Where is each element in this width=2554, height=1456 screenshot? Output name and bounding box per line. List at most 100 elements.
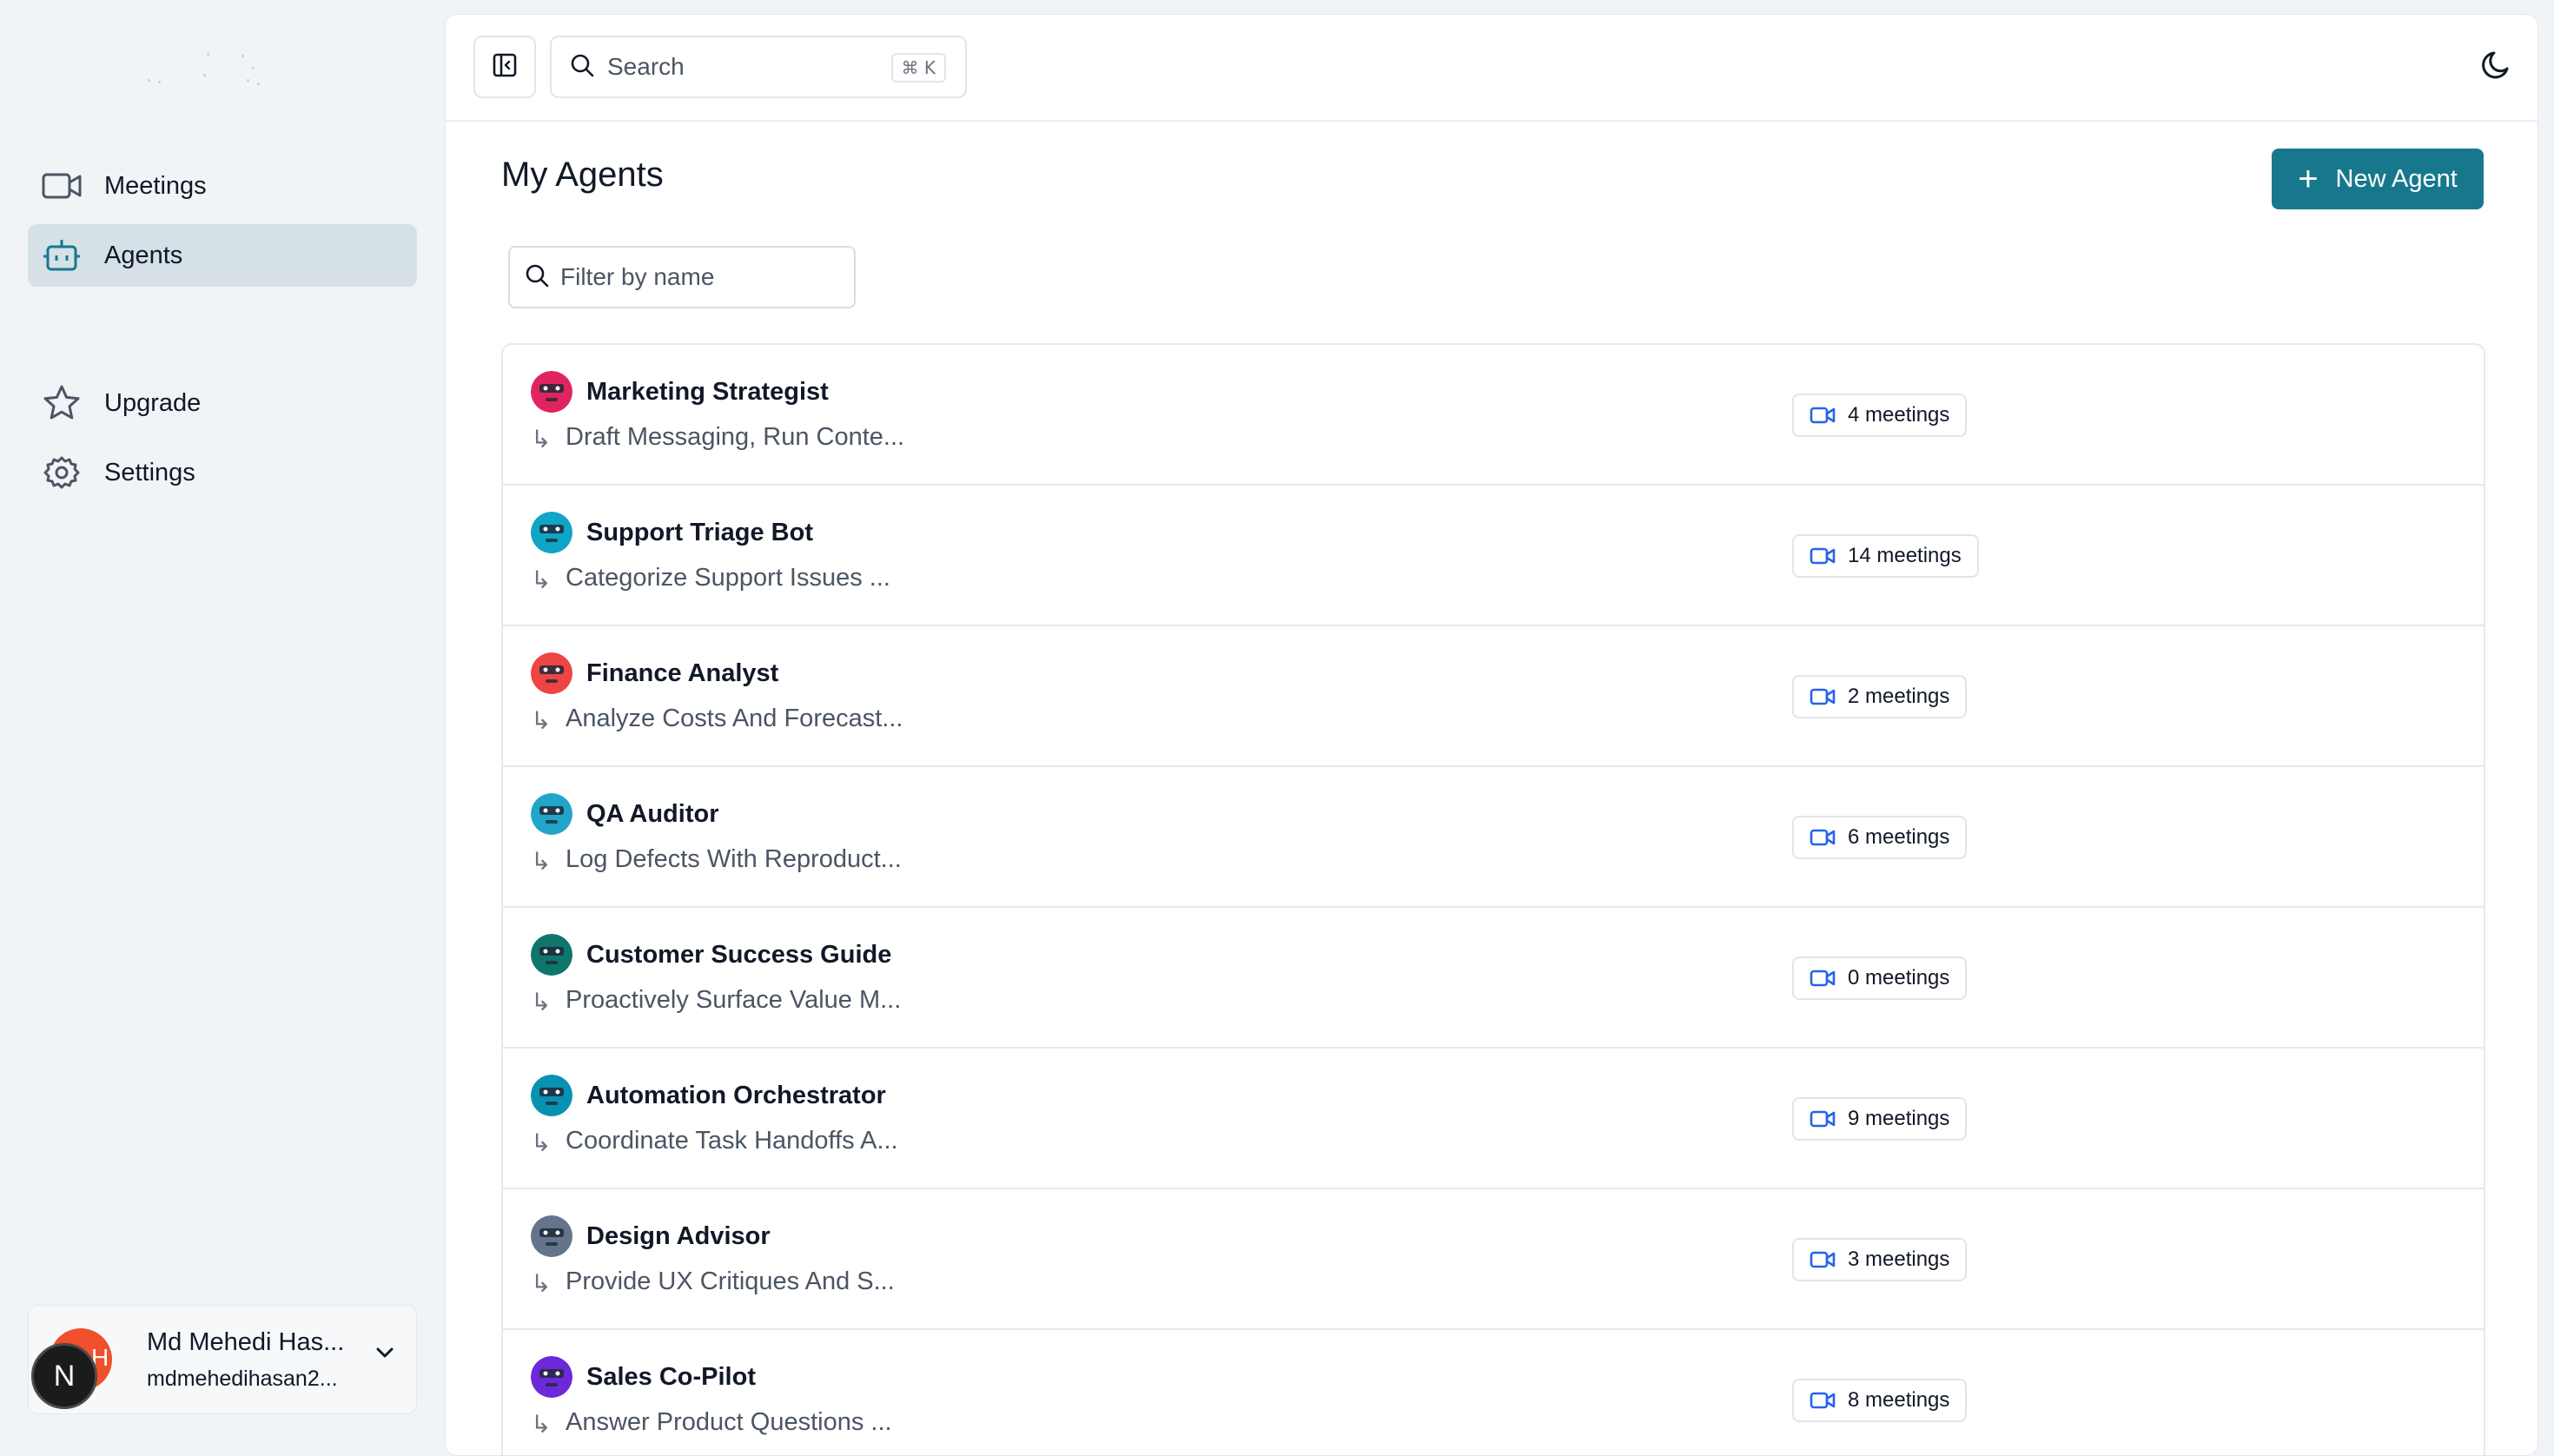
sidebar-item-upgrade[interactable]: Upgrade xyxy=(28,372,417,434)
agent-avatar xyxy=(531,793,572,835)
meetings-count: 2 meetings xyxy=(1848,685,1950,708)
agent-row[interactable]: QA Auditor ↳ Log Defects With Reproduct...… xyxy=(503,767,2484,908)
agent-name: QA Auditor xyxy=(586,800,719,828)
gear-icon xyxy=(42,453,82,493)
search-icon xyxy=(524,262,550,293)
agent-avatar xyxy=(531,512,572,553)
video-icon xyxy=(1810,829,1836,846)
topbar: Search ⌘ K xyxy=(446,15,2537,122)
video-icon xyxy=(1810,1110,1836,1128)
plus-icon: + xyxy=(2298,160,2319,198)
agent-row[interactable]: Marketing Strategist ↳ Draft Messaging, Ru… xyxy=(503,345,2484,486)
filter-placeholder: Filter by name xyxy=(560,263,715,290)
video-icon xyxy=(1810,407,1836,424)
agent-name: Sales Co-Pilot xyxy=(586,1363,756,1391)
agent-description: Categorize Support Issues ... xyxy=(566,564,890,592)
corner-down-right-icon: ↳ xyxy=(531,1411,552,1438)
agent-name: Customer Success Guide xyxy=(586,941,892,969)
meetings-badge: 6 meetings xyxy=(1792,816,1968,859)
agent-row[interactable]: Automation Orchestrator ↳ Coordinate Task … xyxy=(503,1049,2484,1189)
meetings-count: 14 meetings xyxy=(1848,544,1962,567)
agent-row[interactable]: Customer Success Guide ↳ Proactively Surfa… xyxy=(503,908,2484,1049)
agent-avatar xyxy=(531,1356,572,1398)
video-icon xyxy=(1810,1392,1836,1409)
sidebar-item-label: Meetings xyxy=(104,171,207,200)
agent-description: Analyze Costs And Forecast... xyxy=(566,705,903,732)
nextjs-dev-badge[interactable]: N xyxy=(31,1343,97,1409)
panel-left-icon xyxy=(492,52,518,83)
new-agent-label: New Agent xyxy=(2335,164,2458,193)
meetings-count: 0 meetings xyxy=(1848,966,1950,989)
new-agent-button[interactable]: + New Agent xyxy=(2272,149,2484,209)
meetings-count: 4 meetings xyxy=(1848,403,1950,427)
bot-icon xyxy=(42,235,82,275)
sidebar-item-label: Settings xyxy=(104,458,195,486)
agent-description: Provide UX Critiques And S... xyxy=(566,1267,895,1295)
corner-down-right-icon: ↳ xyxy=(531,1270,552,1297)
shortcut-hint: ⌘ K xyxy=(890,53,946,83)
sidebar-item-label: Agents xyxy=(104,241,183,269)
agent-row[interactable]: Design Advisor ↳ Provide UX Critiques And … xyxy=(503,1189,2484,1330)
agent-avatar xyxy=(531,1075,572,1116)
agent-name: Marketing Strategist xyxy=(586,378,829,406)
meetings-badge: 3 meetings xyxy=(1792,1238,1968,1281)
agent-description: Log Defects With Reproduct... xyxy=(566,845,902,873)
agent-avatar xyxy=(531,934,572,976)
agent-row[interactable]: Finance Analyst ↳ Analyze Costs And Foreca… xyxy=(503,626,2484,767)
sidebar-toggle-button[interactable] xyxy=(473,36,536,98)
sidebar: Meetings Agents Upgrade Settings H Md Me… xyxy=(0,0,443,1444)
corner-down-right-icon: ↳ xyxy=(531,1129,552,1156)
video-icon xyxy=(1810,970,1836,987)
meetings-badge: 4 meetings xyxy=(1792,394,1968,437)
corner-down-right-icon: ↳ xyxy=(531,566,552,593)
agent-description: Answer Product Questions ... xyxy=(566,1408,892,1436)
corner-down-right-icon: ↳ xyxy=(531,707,552,734)
chevron-down-icon xyxy=(374,1346,395,1364)
meetings-count: 8 meetings xyxy=(1848,1388,1950,1412)
meetings-badge: 14 meetings xyxy=(1792,534,1979,578)
filter-input[interactable]: Filter by name xyxy=(508,246,856,308)
meetings-badge: 9 meetings xyxy=(1792,1097,1968,1141)
sidebar-item-settings[interactable]: Settings xyxy=(28,441,417,504)
agents-list: Marketing Strategist ↳ Draft Messaging, Ru… xyxy=(501,343,2485,1455)
video-icon xyxy=(1810,1251,1836,1268)
user-email: mdmehedihasan2... xyxy=(147,1367,338,1391)
video-icon xyxy=(42,166,82,206)
agent-name: Automation Orchestrator xyxy=(586,1082,886,1109)
sidebar-item-label: Upgrade xyxy=(104,388,202,417)
agent-avatar xyxy=(531,652,572,694)
meetings-badge: 0 meetings xyxy=(1792,956,1968,1000)
moon-icon xyxy=(2478,51,2513,86)
meetings-badge: 8 meetings xyxy=(1792,1379,1968,1422)
agent-description: Proactively Surface Value M... xyxy=(566,986,902,1014)
meetings-count: 3 meetings xyxy=(1848,1248,1950,1271)
meetings-count: 9 meetings xyxy=(1848,1107,1950,1130)
agent-row[interactable]: Support Triage Bot ↳ Categorize Support Is… xyxy=(503,486,2484,626)
sidebar-item-agents[interactable]: Agents xyxy=(28,224,417,287)
agent-name: Design Advisor xyxy=(586,1222,771,1250)
search-icon xyxy=(569,52,595,83)
agent-description: Coordinate Task Handoffs A... xyxy=(566,1127,898,1155)
corner-down-right-icon: ↳ xyxy=(531,426,552,453)
user-name: Md Mehedi Has... xyxy=(147,1328,345,1356)
agent-row[interactable]: Sales Co-Pilot ↳ Answer Product Questions … xyxy=(503,1330,2484,1455)
agent-avatar xyxy=(531,1215,572,1257)
video-icon xyxy=(1810,688,1836,705)
agent-description: Draft Messaging, Run Conte... xyxy=(566,423,905,451)
meetings-badge: 2 meetings xyxy=(1792,675,1968,718)
star-icon xyxy=(42,383,82,423)
corner-down-right-icon: ↳ xyxy=(531,989,552,1016)
video-icon xyxy=(1810,547,1836,565)
sidebar-item-meetings[interactable]: Meetings xyxy=(28,155,417,217)
agent-name: Finance Analyst xyxy=(586,659,779,687)
main-panel: Search ⌘ K My Agents + New Agent Filter … xyxy=(445,14,2538,1456)
agent-name: Support Triage Bot xyxy=(586,519,813,546)
theme-toggle-button[interactable] xyxy=(2478,48,2513,87)
corner-down-right-icon: ↳ xyxy=(531,848,552,875)
search-input[interactable]: Search ⌘ K xyxy=(550,36,967,98)
agent-avatar xyxy=(531,371,572,413)
search-placeholder: Search xyxy=(607,53,685,80)
logo xyxy=(139,48,278,91)
meetings-count: 6 meetings xyxy=(1848,825,1950,849)
page-title: My Agents xyxy=(501,156,664,194)
